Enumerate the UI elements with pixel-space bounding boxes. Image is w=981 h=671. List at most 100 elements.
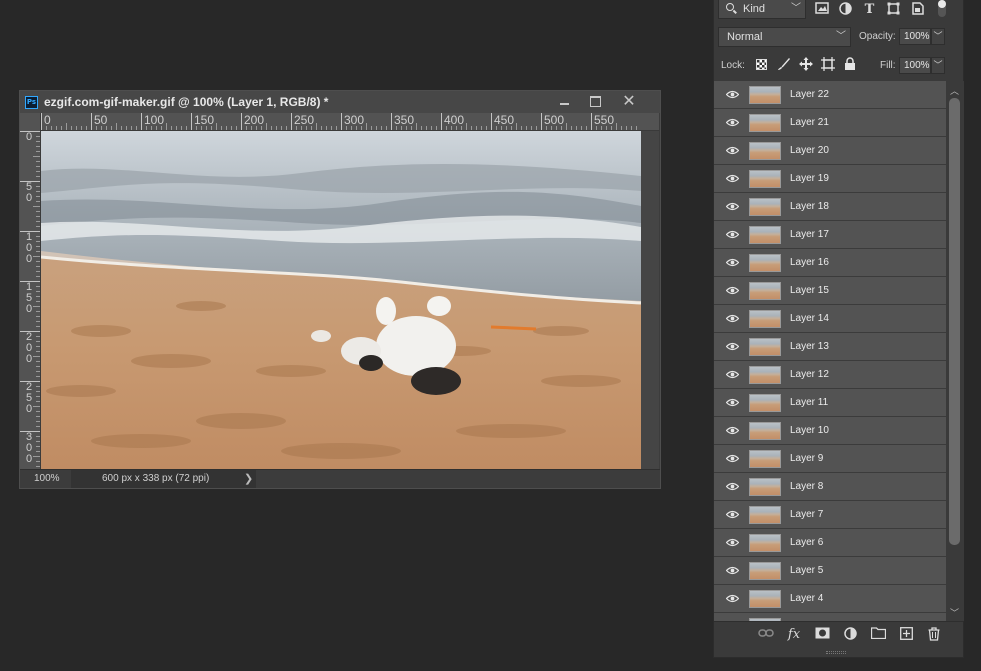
layer-name[interactable]: Layer 15 [790,285,829,296]
layer-thumbnail[interactable] [749,310,781,328]
vertical-ruler[interactable]: 0 5 0 1 0 0 1 5 0 2 0 0 2 5 0 3 0 0 [20,131,41,469]
adjustment-filter-icon[interactable] [838,2,853,17]
layer-row[interactable]: Layer 5 [714,557,946,585]
layer-row[interactable]: Layer 12 [714,361,946,389]
layer-row[interactable]: Layer 10 [714,417,946,445]
visibility-toggle[interactable] [718,333,746,360]
layer-thumbnail[interactable] [749,226,781,244]
zoom-level[interactable]: 100% [34,473,60,484]
close-button[interactable]: ✕ [614,91,644,111]
lock-artboard-icon[interactable] [820,57,835,72]
layer-name[interactable]: Layer 7 [790,509,823,520]
document-titlebar[interactable]: Ps ezgif.com-gif-maker.gif @ 100% (Layer… [20,91,660,113]
visibility-toggle[interactable] [718,585,746,612]
lock-transparent-pixels-icon[interactable] [754,57,769,72]
visibility-toggle[interactable] [718,277,746,304]
layers-list[interactable]: Layer 22 Layer 21 Layer 20 Layer 19 Layer 18… [714,81,946,621]
scrollbar-thumb[interactable] [949,98,960,545]
maximize-button[interactable] [580,91,610,111]
layer-name[interactable]: Layer 19 [790,173,829,184]
visibility-toggle[interactable] [718,389,746,416]
layer-name[interactable]: Layer 21 [790,117,829,128]
scroll-up-icon[interactable]: ︿ [950,84,959,97]
layer-row[interactable]: Layer 11 [714,389,946,417]
layer-thumbnail[interactable] [749,478,781,496]
visibility-toggle[interactable] [718,529,746,556]
visibility-toggle[interactable] [718,221,746,248]
layer-thumbnail[interactable] [749,366,781,384]
layer-row[interactable]: Layer 16 [714,249,946,277]
layer-row[interactable]: Layer 8 [714,473,946,501]
new-layer-icon[interactable] [898,627,914,643]
layer-row[interactable]: Layer 21 [714,109,946,137]
delete-layer-icon[interactable] [926,627,942,643]
layer-thumbnail[interactable] [749,394,781,412]
image-canvas[interactable] [41,131,641,469]
layer-thumbnail[interactable] [749,282,781,300]
layer-thumbnail[interactable] [749,114,781,132]
layer-thumbnail[interactable] [749,506,781,524]
layer-name[interactable]: Layer 20 [790,145,829,156]
layer-thumbnail[interactable] [749,590,781,608]
minimize-button[interactable] [550,91,580,111]
layer-row[interactable]: Layer 19 [714,165,946,193]
visibility-toggle[interactable] [718,109,746,136]
layer-name[interactable]: Layer 11 [790,397,828,408]
opacity-input[interactable]: 100% [899,28,931,45]
layer-thumbnail[interactable] [749,142,781,160]
visibility-toggle[interactable] [718,305,746,332]
layer-row[interactable]: Layer 9 [714,445,946,473]
lock-position-icon[interactable] [798,57,813,72]
horizontal-ruler[interactable]: 0 50 100 150 200 250 300 350 400 450 500 550 [41,113,659,131]
layer-name[interactable]: Layer 18 [790,201,829,212]
status-menu-arrow-icon[interactable]: ❯ [244,470,253,488]
layer-row[interactable]: Layer 4 [714,585,946,613]
layer-thumbnail[interactable] [749,562,781,580]
visibility-toggle[interactable] [718,417,746,444]
layer-row[interactable]: Layer 14 [714,305,946,333]
layer-row[interactable]: Layer 7 [714,501,946,529]
layer-row[interactable]: Layer 6 [714,529,946,557]
layer-name[interactable]: Layer 14 [790,313,829,324]
layer-thumbnail[interactable] [749,338,781,356]
visibility-toggle[interactable] [718,473,746,500]
visibility-toggle[interactable] [718,165,746,192]
layer-name[interactable]: Layer 6 [790,537,823,548]
layer-row[interactable]: Layer 15 [714,277,946,305]
visibility-toggle[interactable] [718,361,746,388]
fx-icon[interactable]: fx [786,627,802,643]
layer-thumbnail[interactable] [749,254,781,272]
layer-row[interactable]: Layer 18 [714,193,946,221]
layer-row[interactable]: Layer 13 [714,333,946,361]
new-group-icon[interactable] [870,627,886,643]
add-mask-icon[interactable] [814,627,830,643]
filter-toggle-switch[interactable] [938,0,946,17]
layer-row[interactable]: Layer 17 [714,221,946,249]
layer-name[interactable]: Layer 17 [790,229,829,240]
blend-mode-select[interactable]: Normal ﹀ [718,27,851,47]
layer-name[interactable]: Layer 5 [790,565,823,576]
layer-row-partial[interactable] [714,613,946,621]
adjustment-layer-icon[interactable] [842,627,858,643]
shape-filter-icon[interactable] [886,2,901,17]
layer-name[interactable]: Layer 9 [790,453,823,464]
layer-name[interactable]: Layer 22 [790,89,829,100]
lock-all-icon[interactable] [842,57,857,72]
layer-thumbnail[interactable] [749,198,781,216]
layer-thumbnail[interactable] [749,422,781,440]
layer-name[interactable]: Layer 13 [790,341,829,352]
layer-thumbnail[interactable] [749,534,781,552]
layer-row[interactable]: Layer 20 [714,137,946,165]
layer-name[interactable]: Layer 4 [790,593,823,604]
layer-thumbnail[interactable] [749,170,781,188]
type-filter-icon[interactable]: T [862,2,877,17]
fill-input[interactable]: 100% [899,57,931,74]
scroll-down-icon[interactable]: ﹀ [950,606,959,619]
link-layers-icon[interactable] [758,627,774,643]
layer-name[interactable]: Layer 10 [790,425,829,436]
layers-scrollbar[interactable]: ︿ ﹀ [946,81,964,621]
visibility-toggle[interactable] [718,557,746,584]
fill-dropdown-icon[interactable]: ﹀ [931,57,945,74]
visibility-toggle[interactable] [718,137,746,164]
opacity-dropdown-icon[interactable]: ﹀ [931,28,945,45]
